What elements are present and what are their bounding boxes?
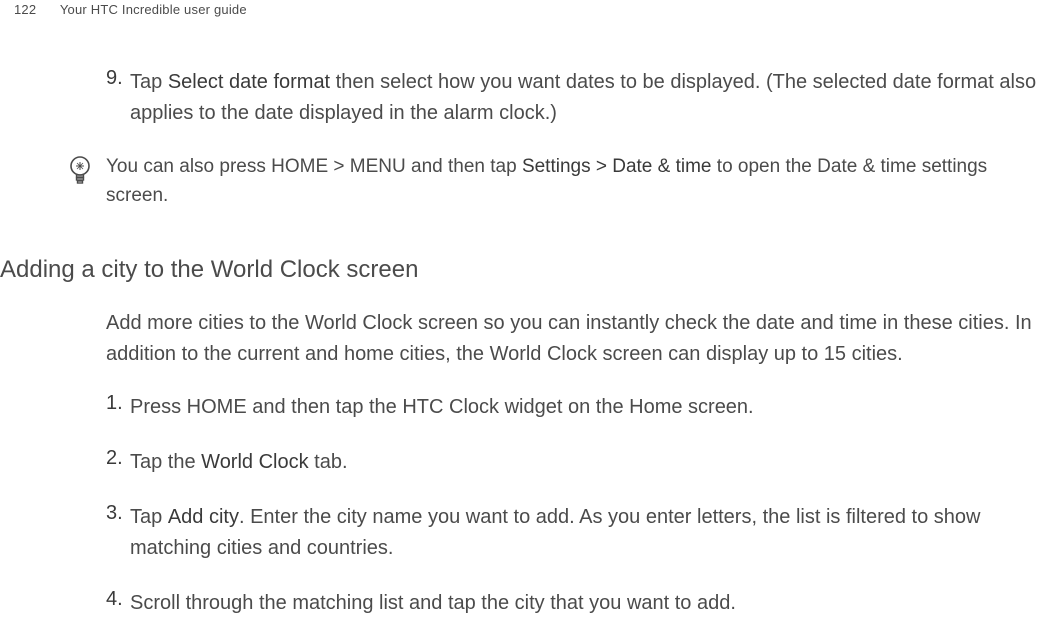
step-text: Tap Select date format then select how y…: [130, 67, 1059, 129]
text-bold: Select date format: [168, 71, 330, 93]
step-number: 2.: [106, 447, 130, 478]
text-run: Tap: [130, 506, 168, 528]
step-number: 1.: [106, 392, 130, 423]
text-run: Tap the: [130, 451, 201, 473]
step-text: Scroll through the matching list and tap…: [130, 588, 1059, 619]
step-number: 9.: [106, 67, 130, 129]
text-bold: World Clock: [201, 451, 308, 473]
text-run: Tap: [130, 71, 168, 93]
step-text: Tap Add city. Enter the city name you wa…: [130, 502, 1059, 564]
step-item: 1. Press HOME and then tap the HTC Clock…: [0, 392, 1059, 423]
text-run: You can also press HOME > MENU and then …: [106, 156, 522, 177]
page-content: 9. Tap Select date format then select ho…: [0, 17, 1059, 619]
step-text: Tap the World Clock tab.: [130, 447, 1059, 478]
text-bold: Settings > Date & time: [522, 156, 712, 177]
page-number: 122: [14, 2, 36, 17]
text-run: tab.: [309, 451, 348, 473]
intro-paragraph: Add more cities to the World Clock scree…: [0, 308, 1059, 370]
tip-text: You can also press HOME > MENU and then …: [106, 153, 1059, 210]
page: 122 Your HTC Incredible user guide 9. Ta…: [0, 0, 1059, 619]
step-item: 2. Tap the World Clock tab.: [0, 447, 1059, 478]
doc-title: Your HTC Incredible user guide: [60, 2, 247, 17]
step-text: Press HOME and then tap the HTC Clock wi…: [130, 392, 1059, 423]
page-header: 122 Your HTC Incredible user guide: [0, 0, 1059, 17]
step-item: 9. Tap Select date format then select ho…: [0, 67, 1059, 129]
step-number: 3.: [106, 502, 130, 564]
section-heading: Adding a city to the World Clock screen: [0, 256, 1059, 284]
text-run: . Enter the city name you want to add. A…: [130, 506, 980, 559]
lightbulb-icon: [68, 153, 106, 192]
step-item: 3. Tap Add city. Enter the city name you…: [0, 502, 1059, 564]
step-item: 4. Scroll through the matching list and …: [0, 588, 1059, 619]
step-number: 4.: [106, 588, 130, 619]
text-bold: Add city: [168, 506, 239, 528]
tip-callout: You can also press HOME > MENU and then …: [0, 153, 1059, 210]
